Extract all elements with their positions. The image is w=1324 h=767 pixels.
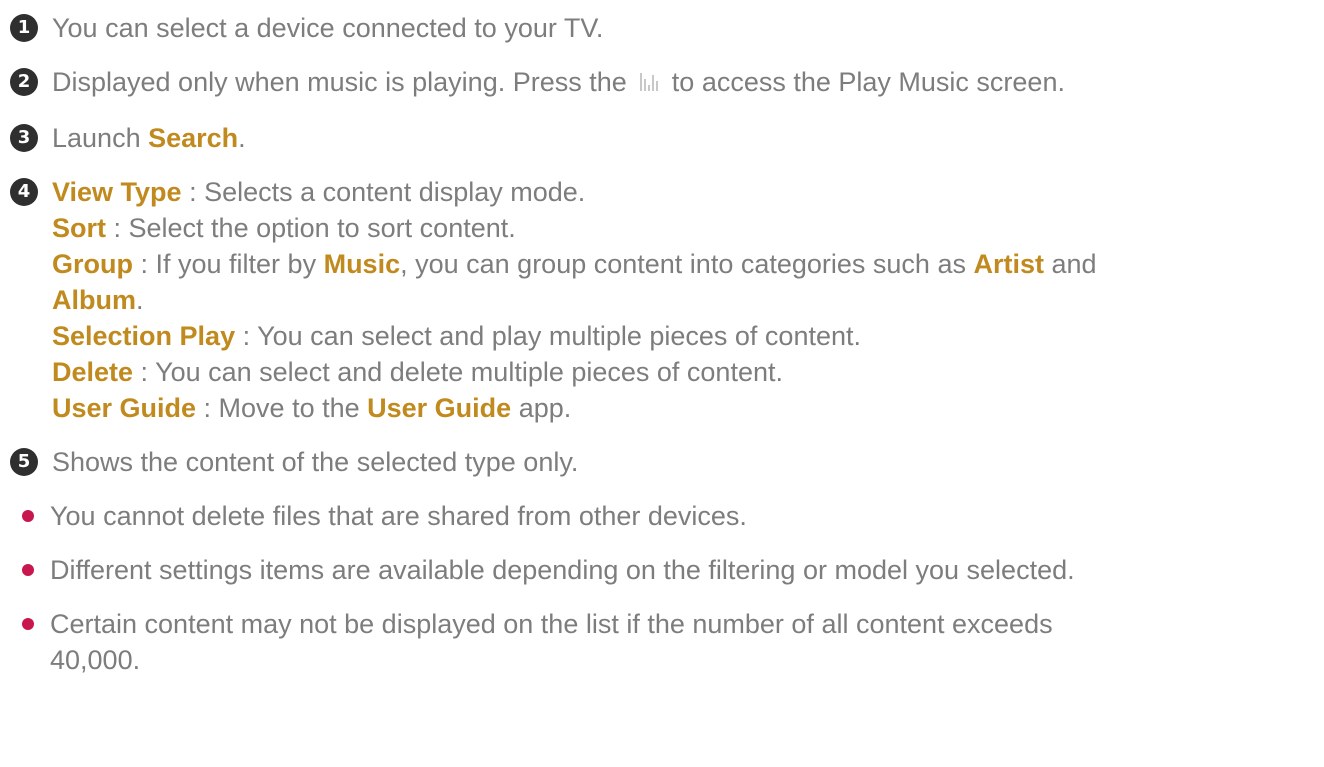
callout-text-3: Launch Search. — [52, 120, 1324, 156]
option-sort: Sort : Select the option to sort content… — [52, 210, 1324, 246]
option-user-guide-text-1: : Move to the — [196, 393, 368, 423]
option-user-guide-text-2: app. — [511, 393, 572, 423]
keyword-music: Music — [323, 249, 401, 279]
option-sort-text: : Select the option to sort content. — [106, 213, 516, 243]
option-selection-play-text: : You can select and play multiple piece… — [235, 321, 861, 351]
keyword-group: Group — [52, 249, 133, 279]
callout-text-2-before: Displayed only when music is playing. Pr… — [52, 67, 627, 97]
keyword-user-guide-app: User Guide — [367, 393, 512, 423]
bullet-dot-icon — [22, 564, 34, 576]
option-delete-text: : You can select and delete multiple pie… — [133, 357, 783, 387]
note-text: You cannot delete files that are shared … — [50, 501, 747, 531]
callout-text-5: Shows the content of the selected type o… — [52, 447, 579, 477]
option-group-text-1: : If you filter by — [133, 249, 324, 279]
note-item: You cannot delete files that are shared … — [10, 498, 1324, 534]
note-text: Different settings items are available d… — [50, 555, 1075, 585]
option-view-type-text: : Selects a content display mode. — [181, 177, 586, 207]
callout-number-4: 4 — [10, 178, 38, 206]
option-user-guide: User Guide : Move to the User Guide app. — [52, 390, 1324, 426]
callout-text-2-after: to access the Play Music screen. — [671, 67, 1065, 97]
callout-text-3-prefix: Launch — [52, 123, 149, 153]
callout-number-3: 3 — [10, 124, 38, 152]
callout-item-5: 5 Shows the content of the selected type… — [10, 444, 1324, 480]
callout-item-2: 2 Displayed only when music is playing. … — [10, 64, 1324, 102]
option-group: Group : If you filter by Music, you can … — [52, 246, 1322, 318]
keyword-delete: Delete — [52, 357, 134, 387]
option-view-type: View Type : Selects a content display mo… — [52, 174, 1324, 210]
keyword-search: Search — [148, 123, 239, 153]
note-item: Certain content may not be displayed on … — [10, 606, 1324, 678]
guide-page: 1 You can select a device connected to y… — [0, 0, 1324, 767]
callout-item-3: 3 Launch Search. — [10, 120, 1324, 156]
callout-text-2: Displayed only when music is playing. Pr… — [52, 64, 1324, 102]
callout-item-4: 4 View Type : Selects a content display … — [10, 174, 1324, 426]
callout-number-5: 5 — [10, 448, 38, 476]
option-selection-play: Selection Play : You can select and play… — [52, 318, 1324, 354]
keyword-album: Album — [52, 285, 136, 315]
keyword-view-type: View Type — [52, 177, 182, 207]
keyword-user-guide: User Guide — [52, 393, 197, 423]
callout-item-1: 1 You can select a device connected to y… — [10, 10, 1324, 46]
keyword-selection-play: Selection Play — [52, 321, 236, 351]
callout-number-2: 2 — [10, 68, 38, 96]
option-group-text-3: and — [1043, 249, 1097, 279]
note-item: Different settings items are available d… — [10, 552, 1324, 588]
note-text: Certain content may not be displayed on … — [50, 609, 1053, 675]
keyword-artist: Artist — [973, 249, 1044, 279]
option-group-text-4: . — [136, 285, 144, 315]
notes-list: You cannot delete files that are shared … — [10, 498, 1324, 678]
callout-number-1: 1 — [10, 14, 38, 42]
music-playing-icon — [638, 66, 660, 102]
option-delete: Delete : You can select and delete multi… — [52, 354, 1324, 390]
callout-text-3-suffix: . — [238, 123, 246, 153]
callout-text-1: You can select a device connected to you… — [52, 13, 604, 43]
option-group-text-2: , you can group content into categories … — [400, 249, 974, 279]
bullet-dot-icon — [22, 510, 34, 522]
bullet-dot-icon — [22, 618, 34, 630]
keyword-sort: Sort — [52, 213, 106, 243]
